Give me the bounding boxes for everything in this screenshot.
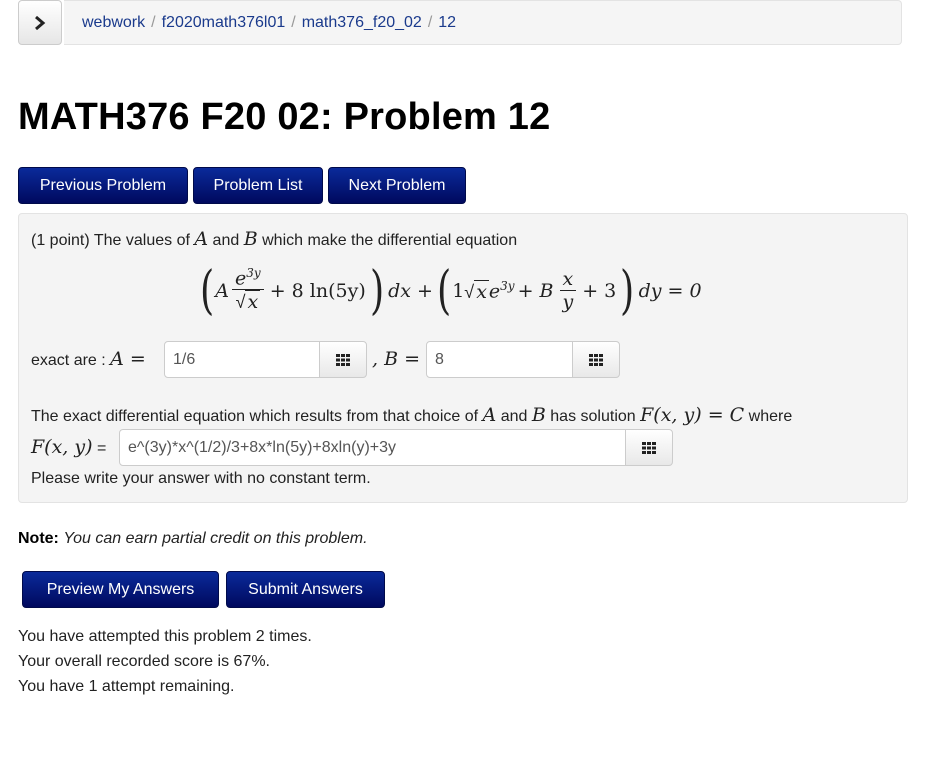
grid-icon — [589, 353, 603, 366]
has-solution-text: has solution — [550, 408, 636, 425]
breadcrumb-separator: / — [427, 13, 433, 31]
attempts-text: You have attempted this problem 2 times. — [18, 628, 312, 645]
partial-credit-note: Note: You can earn partial credit on thi… — [18, 530, 368, 548]
eq-sqrt-x: x — [245, 290, 261, 314]
breadcrumb-separator: / — [151, 13, 156, 31]
exact-are-label: exact are : A = — [31, 348, 146, 370]
score-text: Your overall recorded score is 67%. — [18, 653, 270, 670]
intro-suffix: which make the differential equation — [262, 232, 518, 249]
eq-e2: e — [488, 280, 501, 303]
right-paren: ) — [369, 261, 385, 321]
breadcrumb-separator: / — [291, 13, 296, 31]
f-label: F(x, y) = — [31, 436, 106, 458]
problem-list-button[interactable]: Problem List — [193, 167, 323, 204]
exact-are-text: exact are : — [31, 352, 106, 369]
breadcrumb-webwork[interactable]: webwork — [82, 14, 145, 32]
grid-icon — [336, 353, 350, 366]
solution-formula: F(x, y) = C — [640, 404, 745, 426]
solution-description: The exact differential equation which re… — [31, 404, 792, 426]
sidebar-toggle-button[interactable] — [18, 0, 62, 45]
answer-a-input[interactable]: 1/6 — [164, 341, 324, 378]
breadcrumb-set[interactable]: math376_f20_02 — [302, 14, 422, 32]
answer-b-input[interactable]: 8 — [426, 341, 586, 378]
left-paren-2: ( — [436, 261, 452, 321]
breadcrumb-problem[interactable]: 12 — [438, 14, 456, 32]
grid-icon — [642, 441, 656, 454]
var-b: B — [243, 228, 258, 250]
next-problem-button[interactable]: Next Problem — [328, 167, 466, 204]
b-equals-label: , B = — [372, 348, 420, 370]
breadcrumb-course[interactable]: f2020math376l01 — [162, 14, 286, 32]
eq-ln-term: + 8 ln(5y) — [269, 280, 366, 302]
note-text: You can earn partial credit on this prob… — [63, 530, 368, 547]
page-title: MATH376 F20 02: Problem 12 — [18, 96, 551, 138]
eq-exp2: 3y — [500, 279, 515, 294]
instruction-text: Please write your answer with no constan… — [31, 470, 371, 487]
remaining-text: You have 1 attempt remaining. — [18, 678, 235, 695]
equation-editor-button-b[interactable] — [572, 341, 620, 378]
eq-coef-1: 1 — [452, 280, 465, 302]
eq-sqrt-2: √ x — [464, 279, 489, 303]
eq-e3y: e3y — [489, 279, 515, 302]
left-paren: ( — [200, 261, 215, 321]
previous-problem-button[interactable]: Previous Problem — [18, 167, 188, 204]
chevron-right-icon — [35, 15, 46, 30]
breadcrumb-bar: webwork / f2020math376l01 / math376_f20_… — [18, 0, 902, 46]
equation-editor-button-f[interactable] — [625, 429, 673, 466]
eq-frac-den: y — [562, 290, 574, 313]
eq-dx: dx + — [388, 280, 433, 302]
eq-frac-num: x — [559, 268, 577, 291]
and-text: and — [500, 408, 528, 425]
eq-plus-3: + 3 — [582, 280, 617, 302]
problem-intro: (1 point) The values of A and B which ma… — [31, 228, 517, 250]
note-label: Note: — [18, 530, 59, 547]
and-text: and — [212, 232, 240, 249]
equation-editor-button-a[interactable] — [319, 341, 367, 378]
where-text: where — [748, 408, 793, 425]
eq-exp: 3y — [246, 265, 261, 280]
a-equals: A = — [110, 348, 146, 370]
b-equals: , B = — [372, 348, 421, 370]
preview-answers-button[interactable]: Preview My Answers — [22, 571, 219, 608]
eq-fraction-1: e3y √ x — [232, 265, 264, 315]
eq-fraction-2: x y — [559, 268, 577, 314]
eq-plus-b: + B — [517, 280, 554, 302]
eq-e: e — [235, 267, 247, 290]
f-equals: = — [97, 440, 107, 457]
solution-text: The exact differential equation which re… — [31, 408, 479, 425]
differential-equation: ( A e3y √ x + 8 ln(5y) ) dx + ( 1 √ x e3y … — [199, 256, 739, 326]
var-b: B — [531, 404, 546, 426]
eq-sqrt-x2: x — [474, 279, 489, 303]
eq-dy: dy = 0 — [638, 280, 702, 302]
answer-f-input[interactable]: e^(3y)*x^(1/2)/3+8x*ln(5y)+8xln(y)+3y — [119, 429, 629, 466]
eq-coef-a: A — [215, 280, 230, 302]
var-a: A — [482, 404, 497, 426]
right-paren-2: ) — [620, 261, 635, 321]
breadcrumb: webwork / f2020math376l01 / math376_f20_… — [64, 0, 902, 45]
var-a: A — [194, 228, 209, 250]
intro-text: (1 point) The values of — [31, 232, 190, 249]
submit-answers-button[interactable]: Submit Answers — [226, 571, 385, 608]
problem-body: (1 point) The values of A and B which ma… — [18, 213, 908, 503]
f-xy: F(x, y) — [31, 436, 93, 458]
